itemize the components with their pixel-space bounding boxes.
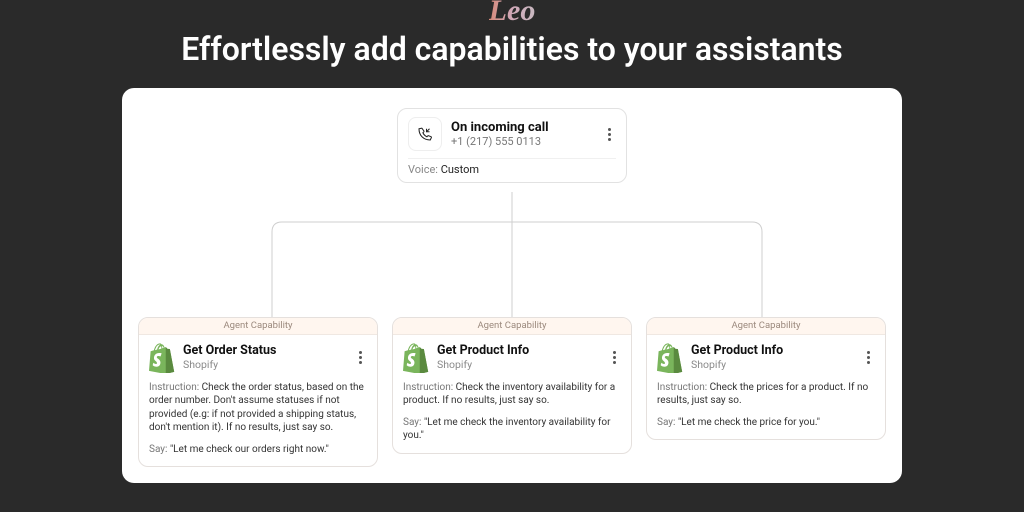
capability-card[interactable]: Agent Capability Get Product InfoShopify… [646,317,886,441]
trigger-phone: +1 (217) 555 0113 [451,135,549,148]
shopify-icon [403,343,429,373]
trigger-title: On incoming call [451,120,549,135]
capability-say: Say: "Let me check the inventory availab… [403,416,621,443]
capability-title: Get Order Status [183,344,345,358]
capability-instruction: Instruction: Check the order status, bas… [149,381,367,435]
capability-row: Agent Capability Get Order StatusShopify… [138,317,886,468]
trigger-card[interactable]: On incoming call +1 (217) 555 0113 Voice… [397,108,627,183]
capability-say: Say: "Let me check our orders right now.… [149,443,367,457]
incoming-call-icon [408,117,442,151]
capability-more-icon[interactable] [353,351,367,364]
brand-logo: Leo [489,0,536,28]
flow-connectors [232,192,792,322]
capability-provider: Shopify [437,358,599,371]
shopify-icon [657,343,683,373]
capability-card[interactable]: Agent Capability Get Product InfoShopify… [392,317,632,454]
capability-badge: Agent Capability [393,318,631,335]
capability-more-icon[interactable] [607,351,621,364]
flow-canvas: On incoming call +1 (217) 555 0113 Voice… [122,88,902,483]
trigger-more-icon[interactable] [602,128,616,141]
capability-badge: Agent Capability [139,318,377,335]
trigger-voice-row: Voice: Custom [408,158,616,176]
capability-provider: Shopify [183,358,345,371]
capability-card[interactable]: Agent Capability Get Order StatusShopify… [138,317,378,468]
page-headline: Effortlessly add capabilities to your as… [181,30,843,68]
capability-provider: Shopify [691,358,853,371]
capability-title: Get Product Info [691,344,853,358]
capability-instruction: Instruction: Check the inventory availab… [403,381,621,408]
capability-more-icon[interactable] [861,351,875,364]
shopify-icon [149,343,175,373]
voice-label: Voice: [408,163,438,176]
capability-say: Say: "Let me check the price for you." [657,416,875,430]
voice-value: Custom [441,163,479,176]
capability-title: Get Product Info [437,344,599,358]
capability-instruction: Instruction: Check the prices for a prod… [657,381,875,408]
capability-badge: Agent Capability [647,318,885,335]
